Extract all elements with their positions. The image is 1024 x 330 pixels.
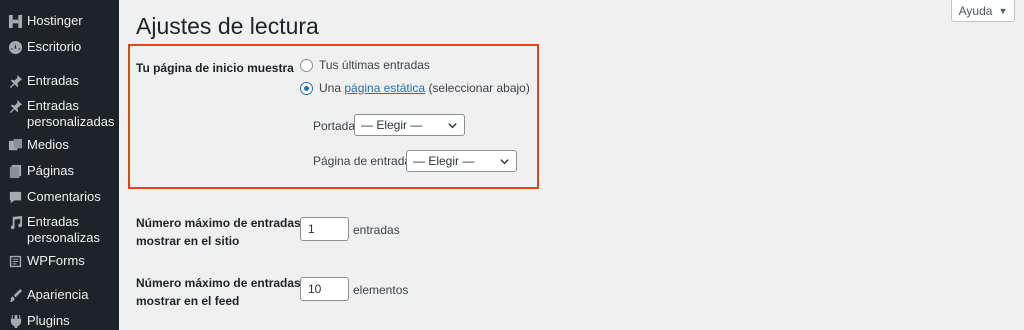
admin-sidebar: Hostinger Escritorio Entradas Entradas p… bbox=[0, 0, 119, 330]
feed-items-unit: elementos bbox=[353, 283, 409, 297]
sidebar-item-label: Entradas personalizadas bbox=[27, 98, 115, 129]
help-button[interactable]: Ayuda ▼ bbox=[951, 0, 1015, 22]
sidebar-item-plugins[interactable]: Plugins bbox=[0, 313, 119, 329]
music-icon bbox=[5, 214, 25, 230]
help-label: Ayuda bbox=[958, 3, 993, 18]
sidebar-item-hostinger[interactable]: Hostinger bbox=[0, 13, 119, 29]
page-title: Ajustes de lectura bbox=[136, 13, 319, 39]
sidebar-item-label: Entradas bbox=[27, 73, 80, 88]
sidebar-item-comentarios[interactable]: Comentarios bbox=[0, 189, 119, 205]
pages-icon bbox=[5, 163, 25, 179]
posts-page-label: Página de entradas: bbox=[313, 154, 421, 168]
sidebar-item-label: Apariencia bbox=[27, 287, 89, 302]
sidebar-item-label: Plugins bbox=[27, 313, 70, 328]
radio-latest-posts[interactable]: Tus últimas entradas bbox=[300, 58, 430, 72]
radio-button-checked[interactable] bbox=[300, 81, 313, 95]
posts-page-select[interactable]: — Elegir — bbox=[406, 150, 517, 172]
feed-items-label-line1: Número máximo de entradas a bbox=[136, 276, 311, 290]
feed-items-input[interactable]: 10 bbox=[300, 277, 349, 301]
feed-items-label: Número máximo de entradas a mostrar en e… bbox=[136, 275, 311, 309]
hostinger-icon bbox=[5, 13, 25, 29]
sidebar-item-label: Comentarios bbox=[27, 189, 101, 204]
sidebar-item-label: Hostinger bbox=[27, 13, 83, 28]
pin-icon bbox=[5, 98, 25, 114]
sidebar-item-entradas-personalizas[interactable]: Entradas personalizas bbox=[0, 214, 119, 246]
caret-down-icon: ▼ bbox=[998, 5, 1008, 16]
comments-icon bbox=[5, 189, 25, 205]
dashboard-icon bbox=[5, 39, 25, 55]
radio-static-prefix: Una bbox=[319, 81, 342, 95]
feed-items-value: 10 bbox=[308, 282, 322, 296]
sidebar-item-label: WPForms bbox=[27, 253, 85, 268]
pin-icon bbox=[5, 73, 25, 89]
posts-per-page-label-line2: mostrar en el sitio bbox=[136, 234, 240, 248]
sidebar-item-label: Escritorio bbox=[27, 39, 82, 54]
front-page-value: — Elegir — bbox=[361, 118, 423, 132]
posts-per-page-unit: entradas bbox=[353, 223, 400, 237]
sidebar-item-wpforms[interactable]: WPForms bbox=[0, 253, 119, 269]
radio-static-page[interactable]: Una página estática (seleccionar abajo) bbox=[300, 81, 530, 95]
forms-icon bbox=[5, 253, 25, 269]
radio-latest-label: Tus últimas entradas bbox=[319, 58, 430, 72]
posts-page-value: — Elegir — bbox=[413, 154, 475, 168]
plugins-icon bbox=[5, 313, 25, 329]
sidebar-item-medios[interactable]: Medios bbox=[0, 137, 119, 153]
radio-static-suffix: (seleccionar abajo) bbox=[428, 81, 530, 95]
chevron-down-icon bbox=[499, 156, 510, 167]
sidebar-item-entradas[interactable]: Entradas bbox=[0, 73, 119, 89]
sidebar-item-escritorio[interactable]: Escritorio bbox=[0, 39, 119, 55]
chevron-down-icon bbox=[447, 120, 458, 131]
sidebar-item-paginas[interactable]: Páginas bbox=[0, 163, 119, 179]
feed-items-label-line2: mostrar en el feed bbox=[136, 294, 240, 308]
front-page-label: Portada: bbox=[313, 119, 359, 133]
posts-per-page-label: Número máximo de entradas a mostrar en e… bbox=[136, 215, 311, 249]
sidebar-item-label: Entradas personalizas bbox=[27, 214, 100, 245]
sidebar-item-label: Páginas bbox=[27, 163, 74, 178]
front-page-select[interactable]: — Elegir — bbox=[354, 114, 465, 136]
radio-button[interactable] bbox=[300, 58, 313, 72]
sidebar-item-label: Medios bbox=[27, 137, 69, 152]
media-icon bbox=[5, 137, 25, 153]
appearance-icon bbox=[5, 287, 25, 303]
posts-per-page-value: 1 bbox=[308, 222, 315, 236]
static-page-link[interactable]: página estática bbox=[344, 81, 425, 95]
posts-per-page-label-line1: Número máximo de entradas a bbox=[136, 216, 311, 230]
sidebar-item-entradas-personalizadas[interactable]: Entradas personalizadas bbox=[0, 98, 119, 130]
homepage-label: Tu página de inicio muestra bbox=[136, 61, 294, 75]
sidebar-item-apariencia[interactable]: Apariencia bbox=[0, 287, 119, 303]
posts-per-page-input[interactable]: 1 bbox=[300, 217, 349, 241]
